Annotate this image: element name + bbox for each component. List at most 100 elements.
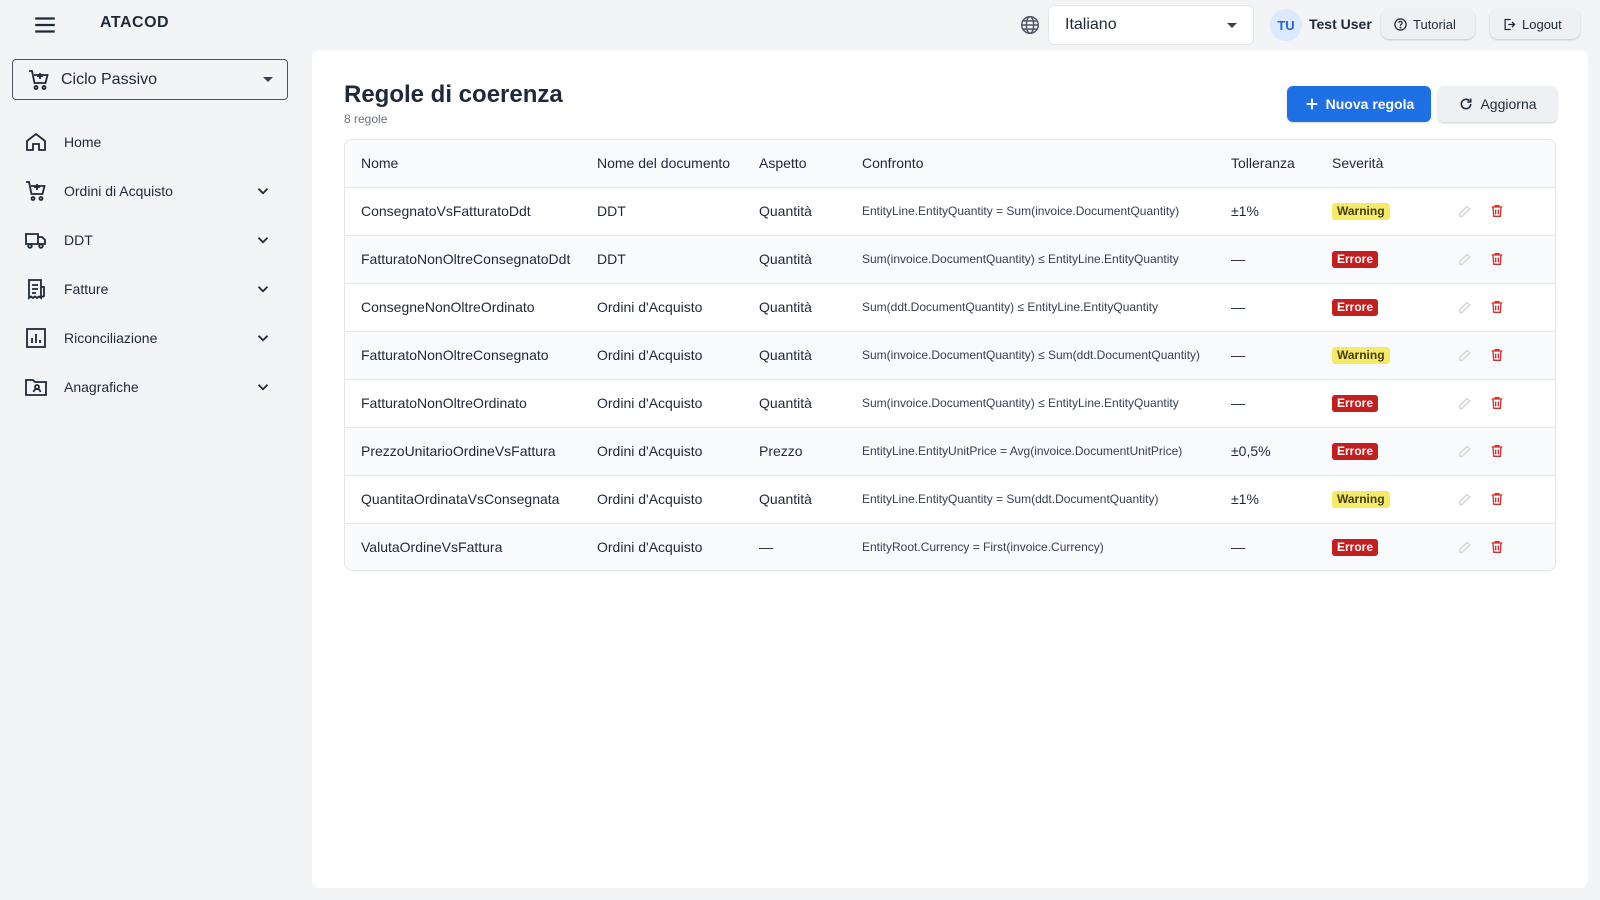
- cell-tolerance: ±1%: [1215, 187, 1316, 236]
- edit-icon[interactable]: [1457, 203, 1473, 219]
- chevron-down-icon[interactable]: [254, 182, 272, 200]
- user-name: Test User: [1309, 16, 1372, 32]
- contact-folder-icon: [24, 375, 48, 399]
- chevron-down-icon[interactable]: [254, 280, 272, 298]
- help-circle-icon: [1393, 17, 1408, 32]
- sidebar-item-label: Ordini di Acquisto: [64, 182, 173, 199]
- table-row[interactable]: ConsegnatoVsFatturatoDdt DDT Quantità En…: [345, 187, 1555, 236]
- delete-icon[interactable]: [1489, 395, 1505, 411]
- column-header-documento[interactable]: Nome del documento: [581, 140, 743, 188]
- chevron-down-icon[interactable]: [254, 378, 272, 396]
- table-row[interactable]: ValutaOrdineVsFattura Ordini d'Acquisto …: [345, 523, 1555, 570]
- edit-icon[interactable]: [1457, 539, 1473, 555]
- sidebar-item-label: Anagrafiche: [64, 378, 139, 395]
- cell-tolerance: —: [1215, 283, 1316, 332]
- delete-icon[interactable]: [1489, 539, 1505, 555]
- sidebar-item-home[interactable]: Home: [0, 117, 300, 166]
- avatar[interactable]: TU: [1270, 9, 1302, 41]
- edit-icon[interactable]: [1457, 443, 1473, 459]
- cell-document: DDT: [581, 235, 743, 284]
- delete-icon[interactable]: [1489, 347, 1505, 363]
- cell-tolerance: —: [1215, 235, 1316, 284]
- severity-badge: Errore: [1332, 395, 1379, 412]
- caret-down-icon: [1227, 22, 1237, 28]
- sidebar-item-anagrafiche[interactable]: Anagrafiche: [0, 362, 300, 411]
- sidebar-item-ddt[interactable]: DDT: [0, 215, 300, 264]
- logout-button-label: Logout: [1522, 16, 1562, 32]
- module-select[interactable]: Ciclo Passivo: [12, 59, 288, 100]
- sidebar-item-ordini-di-acquisto[interactable]: Ordini di Acquisto: [0, 166, 300, 215]
- chevron-down-icon[interactable]: [254, 329, 272, 347]
- cell-comparison: Sum(invoice.DocumentQuantity) ≤ EntityLi…: [846, 235, 1215, 284]
- edit-icon[interactable]: [1457, 251, 1473, 267]
- cell-severity: Errore: [1316, 427, 1431, 476]
- cell-actions: [1431, 283, 1555, 332]
- column-header-aspetto[interactable]: Aspetto: [743, 140, 846, 188]
- table-row[interactable]: FatturatoNonOltreConsegnato Ordini d'Acq…: [345, 331, 1555, 380]
- logout-button[interactable]: Logout: [1490, 9, 1580, 39]
- table-row[interactable]: QuantitaOrdinataVsConsegnata Ordini d'Ac…: [345, 475, 1555, 524]
- sidebar-item-label: Home: [64, 133, 102, 150]
- new-rule-button[interactable]: Nuova regola: [1287, 86, 1431, 122]
- cell-tolerance: —: [1231, 539, 1245, 556]
- refresh-button-label: Aggiorna: [1480, 96, 1537, 112]
- plus-icon: [1304, 96, 1320, 112]
- cell-tolerance: ±1%: [1215, 475, 1316, 524]
- main-panel: Regole di coerenza 8 regole Nuova regola…: [312, 50, 1588, 888]
- refresh-button[interactable]: Aggiorna: [1438, 86, 1557, 122]
- table-row[interactable]: ConsegneNonOltreOrdinato Ordini d'Acquis…: [345, 283, 1555, 332]
- cell-actions: [1431, 331, 1555, 380]
- delete-icon[interactable]: [1489, 251, 1505, 267]
- cell-severity: Warning: [1316, 331, 1431, 380]
- cell-severity: Warning: [1316, 475, 1431, 524]
- cell-comparison: Sum(invoice.DocumentQuantity) ≤ Sum(ddt.…: [846, 331, 1215, 380]
- top-bar: ATACOD Italiano TU Test User Tutorial Lo…: [0, 0, 1600, 50]
- cell-actions: [1431, 187, 1555, 236]
- chevron-down-icon[interactable]: [254, 231, 272, 249]
- page-title: Regole di coerenza: [344, 81, 563, 108]
- table-row[interactable]: FatturatoNonOltreConsegnatoDdt DDT Quant…: [345, 235, 1555, 284]
- cell-aspect: —: [759, 539, 773, 556]
- column-header-nome[interactable]: Nome: [345, 140, 581, 188]
- delete-icon[interactable]: [1489, 299, 1505, 315]
- column-header-tolleranza[interactable]: Tolleranza: [1215, 140, 1316, 188]
- edit-icon[interactable]: [1457, 395, 1473, 411]
- delete-icon[interactable]: [1489, 203, 1505, 219]
- column-header-severita[interactable]: Severità: [1316, 140, 1431, 188]
- cell-name: PrezzoUnitarioOrdineVsFattura: [345, 427, 581, 476]
- cell-severity: Errore: [1316, 379, 1431, 428]
- delete-icon[interactable]: [1489, 491, 1505, 507]
- edit-icon[interactable]: [1457, 299, 1473, 315]
- cell-name: ConsegneNonOltreOrdinato: [345, 283, 581, 332]
- sidebar-item-riconciliazione[interactable]: Riconciliazione: [0, 313, 300, 362]
- table-row[interactable]: FatturatoNonOltreOrdinato Ordini d'Acqui…: [345, 379, 1555, 428]
- caret-down-icon: [263, 77, 273, 82]
- column-header-actions: [1431, 140, 1555, 188]
- cell-document: DDT: [581, 187, 743, 236]
- cell-name: FatturatoNonOltreOrdinato: [345, 379, 581, 428]
- tutorial-button[interactable]: Tutorial: [1381, 9, 1475, 39]
- language-select-value: Italiano: [1065, 16, 1117, 33]
- delete-icon[interactable]: [1489, 443, 1505, 459]
- column-header-confronto[interactable]: Confronto: [846, 140, 1215, 188]
- edit-icon[interactable]: [1457, 347, 1473, 363]
- cell-document: Ordini d'Acquisto: [581, 475, 743, 524]
- cell-actions: [1431, 523, 1555, 570]
- edit-icon[interactable]: [1457, 491, 1473, 507]
- cell-actions: [1431, 475, 1555, 524]
- table-row[interactable]: PrezzoUnitarioOrdineVsFattura Ordini d'A…: [345, 427, 1555, 476]
- cell-comparison: Sum(invoice.DocumentQuantity) ≤ EntityLi…: [846, 379, 1215, 428]
- severity-badge: Warning: [1332, 491, 1390, 508]
- cell-comparison: Sum(ddt.DocumentQuantity) ≤ EntityLine.E…: [846, 283, 1215, 332]
- language-select[interactable]: Italiano: [1048, 5, 1254, 45]
- severity-badge: Errore: [1332, 251, 1379, 268]
- sidebar-item-label: Riconciliazione: [64, 329, 158, 346]
- sidebar-item-fatture[interactable]: Fatture: [0, 264, 300, 313]
- cell-severity: Errore: [1316, 235, 1431, 284]
- sidebar-item-label: Fatture: [64, 280, 109, 297]
- module-select-value: Ciclo Passivo: [61, 70, 158, 88]
- cell-document: Ordini d'Acquisto: [581, 331, 743, 380]
- hamburger-menu-icon[interactable]: [32, 12, 58, 38]
- sidebar-item-label: DDT: [64, 231, 93, 248]
- rule-count: 8 regole: [344, 112, 388, 126]
